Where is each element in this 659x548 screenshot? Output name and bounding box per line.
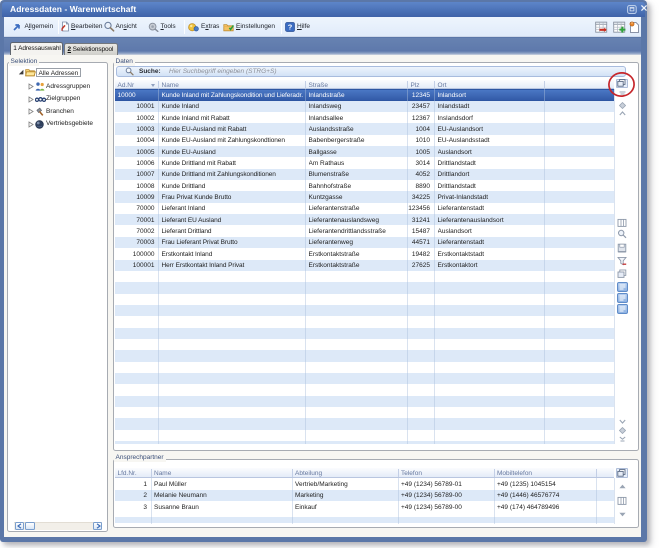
svg-text:?: ?: [287, 22, 292, 31]
